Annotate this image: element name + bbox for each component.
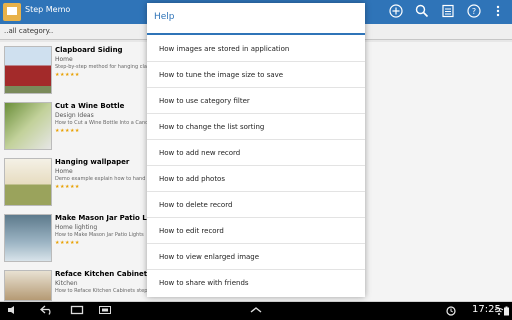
help-item[interactable]: How to change the list sorting <box>147 114 365 140</box>
thumbnail-image <box>4 46 52 94</box>
category-filter-label: ..all category.. <box>4 27 54 35</box>
sync-icon <box>446 306 456 316</box>
svg-text:?: ? <box>472 7 476 16</box>
help-item[interactable]: How to delete record <box>147 192 365 218</box>
help-item-label: How images are stored in application <box>159 45 290 53</box>
help-item[interactable]: How to add new record <box>147 140 365 166</box>
dialog-title: Help <box>154 12 175 22</box>
volume-down-icon[interactable] <box>6 305 20 317</box>
help-item[interactable]: How to edit record <box>147 218 365 244</box>
recent-apps-icon[interactable] <box>98 305 112 317</box>
item-description: How to Cut a Wine Bottle Into a Candl <box>55 120 147 126</box>
item-description: Step-by-step method for hanging cla <box>55 64 147 70</box>
app-title: Step Memo <box>25 5 71 14</box>
thumbnail-image <box>4 270 52 301</box>
add-icon[interactable] <box>388 4 404 20</box>
help-item-label: How to delete record <box>159 201 233 209</box>
item-rating: ★★★★★ <box>55 240 80 246</box>
search-icon[interactable] <box>414 4 430 20</box>
help-item[interactable]: How images are stored in application <box>147 36 365 62</box>
help-item-label: How to use category filter <box>159 97 250 105</box>
item-description: Demo example explain how to hand w <box>55 176 147 182</box>
item-category: Home <box>55 56 73 63</box>
item-category: Design Ideas <box>55 112 94 119</box>
chevron-up-icon[interactable] <box>249 305 263 317</box>
help-item[interactable]: How to view enlarged image <box>147 244 365 270</box>
help-item[interactable]: How to share with friends <box>147 270 365 296</box>
help-item-label: How to change the list sorting <box>159 123 265 131</box>
dialog-title-divider <box>147 33 365 35</box>
overflow-menu-icon[interactable] <box>490 4 506 20</box>
thumbnail-image <box>4 158 52 206</box>
help-dialog: Help How images are stored in applicatio… <box>147 3 365 297</box>
help-item-label: How to view enlarged image <box>159 253 260 261</box>
item-title: Reface Kitchen Cabinets <box>55 270 152 278</box>
item-title: Cut a Wine Bottle <box>55 102 125 110</box>
item-category: Home <box>55 168 73 175</box>
help-item[interactable]: How to tune the image size to save <box>147 62 365 88</box>
item-category: Home lighting <box>55 224 98 231</box>
help-item[interactable]: How to use category filter <box>147 88 365 114</box>
back-icon[interactable] <box>40 305 54 317</box>
help-icon[interactable]: ? <box>466 4 482 20</box>
help-item[interactable]: How to add photos <box>147 166 365 192</box>
system-navigation-bar: 17:25 <box>0 302 512 320</box>
battery-icon <box>503 306 510 316</box>
item-description: How to Reface Kitchen Cabinets step <box>55 288 147 294</box>
item-rating: ★★★★★ <box>55 184 80 190</box>
thumbnail-image <box>4 102 52 150</box>
item-title: Clapboard Siding <box>55 46 123 54</box>
help-item-label: How to tune the image size to save <box>159 71 284 79</box>
item-rating: ★★★★★ <box>55 128 80 134</box>
help-item-label: How to add photos <box>159 175 225 183</box>
app-logo-icon[interactable] <box>3 3 21 21</box>
help-item-label: How to share with friends <box>159 279 249 287</box>
item-title: Hanging wallpaper <box>55 158 130 166</box>
item-description: How to Make Mason Jar Patio Lights <box>55 232 144 238</box>
item-category: Kitchen <box>55 280 78 287</box>
help-item-label: How to edit record <box>159 227 224 235</box>
list-icon[interactable] <box>440 4 456 20</box>
item-rating: ★★★★★ <box>55 72 80 78</box>
help-item-label: How to add new record <box>159 149 241 157</box>
home-icon[interactable] <box>70 305 84 317</box>
thumbnail-image <box>4 214 52 262</box>
